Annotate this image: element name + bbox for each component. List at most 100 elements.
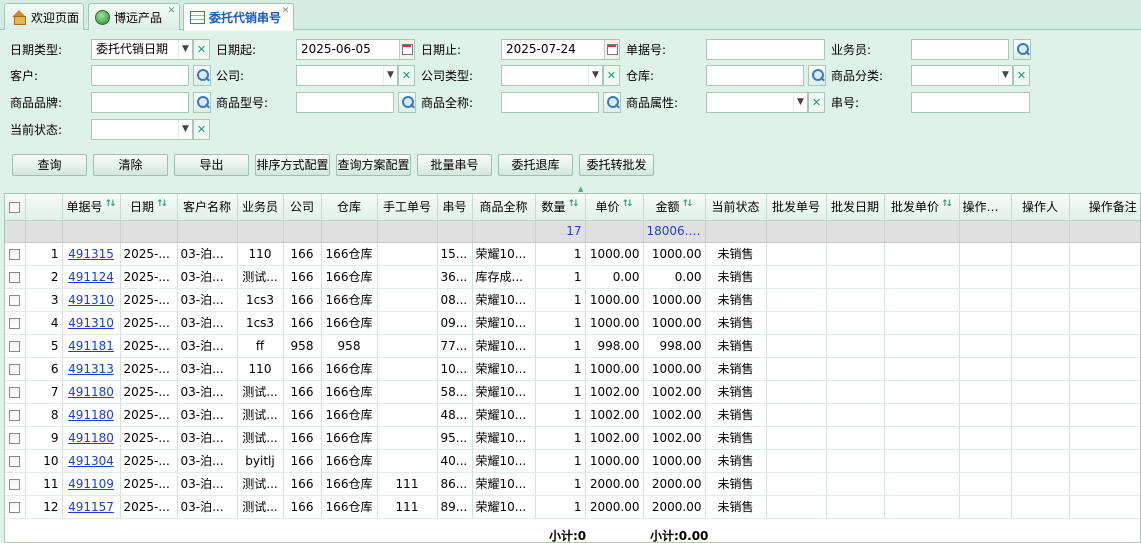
table-row[interactable]: 10 491304 2025-... 03-泊... byitlj 166 166仓库 40.…: [5, 449, 1140, 473]
chevron-down-icon[interactable]: ▼: [178, 40, 192, 59]
row-checkbox[interactable]: [5, 449, 26, 473]
cell-doc-no[interactable]: 491109: [62, 472, 121, 496]
collapse-arrow-icon[interactable]: ▲: [578, 186, 583, 193]
col-header-wholesale-no[interactable]: 批发单号: [766, 194, 827, 221]
query-button[interactable]: 查询: [12, 154, 87, 176]
row-checkbox[interactable]: [5, 357, 26, 381]
company-type-select[interactable]: ▼: [501, 65, 603, 86]
close-icon[interactable]: ✕: [281, 7, 290, 16]
cell-doc-no[interactable]: 491124: [62, 265, 121, 289]
row-checkbox[interactable]: [5, 403, 26, 427]
query-scheme-button[interactable]: 查询方案配置: [336, 154, 411, 176]
col-header-operator[interactable]: 操作人: [1011, 194, 1070, 221]
chevron-down-icon[interactable]: ▼: [998, 66, 1012, 85]
cell-doc-no[interactable]: 491157: [62, 495, 121, 519]
doc-no-link[interactable]: 491313: [68, 362, 114, 376]
customer-search-button[interactable]: [193, 65, 211, 86]
row-checkbox[interactable]: [5, 265, 26, 289]
tab-consignment-serial[interactable]: 委托代销串号 ✕: [183, 3, 294, 31]
table-row[interactable]: 9 491180 2025-... 03-泊... 测试... 166 166仓库 95...…: [5, 426, 1140, 450]
doc-no-link[interactable]: 491315: [68, 247, 114, 261]
sort-config-button[interactable]: 排序方式配置: [255, 154, 330, 176]
row-checkbox[interactable]: [5, 495, 26, 519]
col-header-op-note[interactable]: 操作备注: [1069, 194, 1140, 221]
salesman-input[interactable]: [911, 39, 1009, 60]
calendar-icon[interactable]: [399, 40, 414, 59]
doc-no-link[interactable]: 491310: [68, 293, 114, 307]
doc-no-link[interactable]: 491310: [68, 316, 114, 330]
col-header-warehouse[interactable]: 仓库: [321, 194, 378, 221]
chevron-down-icon[interactable]: ▼: [178, 120, 192, 139]
brand-search-button[interactable]: [193, 92, 211, 113]
row-checkbox[interactable]: [5, 472, 26, 496]
cell-doc-no[interactable]: 491304: [62, 449, 121, 473]
clear-status-button[interactable]: ✕: [193, 119, 210, 140]
tab-products[interactable]: 博远产品 ✕: [88, 3, 180, 30]
doc-no-link[interactable]: 491180: [68, 431, 114, 445]
sort-icon[interactable]: [622, 199, 633, 213]
date-type-select[interactable]: 委托代销日期 ▼: [91, 39, 193, 60]
export-button[interactable]: 导出: [174, 154, 249, 176]
clear-category-button[interactable]: ✕: [1013, 65, 1030, 86]
clear-button[interactable]: 清除: [93, 154, 168, 176]
col-header-status[interactable]: 当前状态: [705, 194, 767, 221]
consign-to-wholesale-button[interactable]: 委托转批发: [579, 154, 654, 176]
fullname-input[interactable]: [501, 92, 599, 113]
col-header-company[interactable]: 公司: [283, 194, 322, 221]
table-row[interactable]: 12 491157 2025-... 03-泊... 测试... 166 166仓库 111 8…: [5, 495, 1140, 519]
table-row[interactable]: 11 491109 2025-... 03-泊... 测试... 166 166仓库 111 8…: [5, 472, 1140, 496]
doc-no-link[interactable]: 491180: [68, 408, 114, 422]
select-all-checkbox[interactable]: [5, 194, 26, 221]
row-checkbox[interactable]: [5, 242, 26, 266]
sort-icon[interactable]: [941, 199, 952, 213]
sort-icon[interactable]: [156, 199, 167, 213]
clear-company-button[interactable]: ✕: [398, 65, 415, 86]
cell-doc-no[interactable]: 491180: [62, 403, 121, 427]
chevron-down-icon[interactable]: ▼: [793, 93, 807, 112]
row-checkbox[interactable]: [5, 311, 26, 335]
model-input[interactable]: [296, 92, 394, 113]
doc-no-link[interactable]: 491304: [68, 454, 114, 468]
cell-doc-no[interactable]: 491310: [62, 311, 121, 335]
col-header-price[interactable]: 单价: [585, 194, 644, 221]
col-header-product[interactable]: 商品全称: [472, 194, 536, 221]
date-to-input[interactable]: 2025-07-24: [501, 39, 620, 60]
sort-icon[interactable]: [682, 199, 693, 213]
brand-input[interactable]: [91, 92, 189, 113]
sort-icon[interactable]: [105, 199, 116, 213]
warehouse-search-button[interactable]: [808, 65, 826, 86]
company-select[interactable]: ▼: [296, 65, 398, 86]
tab-welcome[interactable]: 欢迎页面: [4, 3, 84, 30]
cell-doc-no[interactable]: 491315: [62, 242, 121, 266]
table-row[interactable]: 4 491310 2025-... 03-泊... 1cs3 166 166仓库 09... 荣…: [5, 311, 1140, 335]
table-row[interactable]: 5 491181 2025-... 03-泊... ff 958 958 77... 荣耀10.…: [5, 334, 1140, 358]
col-header-amount[interactable]: 金额: [643, 194, 706, 221]
attr-select[interactable]: ▼: [706, 92, 808, 113]
clear-attr-button[interactable]: ✕: [808, 92, 825, 113]
consign-return-button[interactable]: 委托退库: [498, 154, 573, 176]
warehouse-input[interactable]: [706, 65, 804, 86]
cell-doc-no[interactable]: 491313: [62, 357, 121, 381]
col-header-customer[interactable]: 客户名称: [177, 194, 238, 221]
col-header-wholesale-price[interactable]: 批发单价: [884, 194, 960, 221]
table-row[interactable]: 1 491315 2025-... 03-泊... 110 166 166仓库 15... 荣耀…: [5, 242, 1140, 266]
row-checkbox[interactable]: [5, 334, 26, 358]
table-row[interactable]: 6 491313 2025-... 03-泊... 110 166 166仓库 10... 荣耀…: [5, 357, 1140, 381]
cell-doc-no[interactable]: 491310: [62, 288, 121, 312]
status-select[interactable]: ▼: [91, 119, 193, 140]
customer-input[interactable]: [91, 65, 189, 86]
serial-input[interactable]: [911, 92, 1030, 113]
calendar-icon[interactable]: [604, 40, 619, 59]
doc-no-link[interactable]: 491181: [68, 339, 114, 353]
date-from-input[interactable]: 2025-06-05: [296, 39, 415, 60]
chevron-down-icon[interactable]: ▼: [383, 66, 397, 85]
clear-date-type-button[interactable]: ✕: [193, 39, 210, 60]
close-icon[interactable]: ✕: [167, 7, 176, 16]
row-checkbox[interactable]: [5, 380, 26, 404]
model-search-button[interactable]: [398, 92, 416, 113]
col-header-manual-no[interactable]: 手工单号: [377, 194, 438, 221]
doc-no-link[interactable]: 491124: [68, 270, 114, 284]
chevron-down-icon[interactable]: ▼: [588, 66, 602, 85]
row-checkbox[interactable]: [5, 426, 26, 450]
sort-icon[interactable]: [568, 199, 579, 213]
